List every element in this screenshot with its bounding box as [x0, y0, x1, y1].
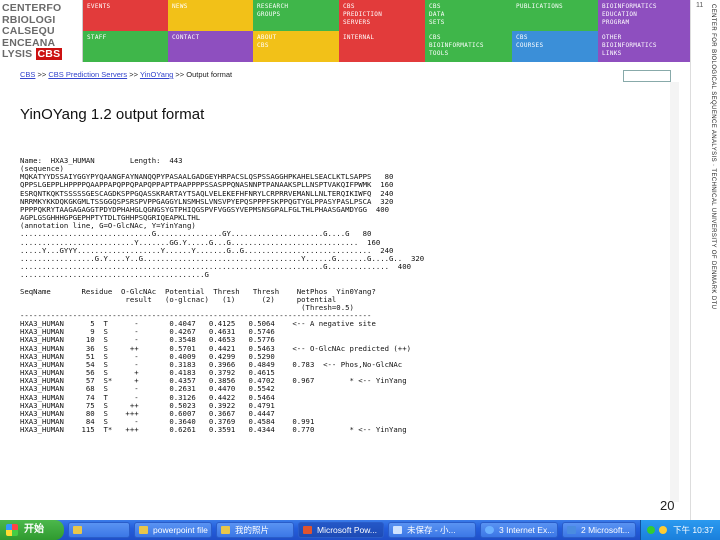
nav-internal[interactable]: INTERNAL — [339, 31, 425, 62]
taskbar-button-label: Microsoft Pow... — [317, 525, 377, 535]
breadcrumb-sep: >> — [173, 70, 187, 79]
output-example: Name: HXA3_HUMAN Length: 443 (sequence) … — [20, 156, 425, 435]
taskbar-button-label: 3 Internet Ex... — [499, 525, 555, 535]
powerpoint-icon — [303, 526, 312, 534]
clock[interactable]: 下午 10:37 — [673, 525, 714, 535]
taskbar-microsoft-group[interactable]: 2 Microsoft... — [562, 522, 636, 538]
breadcrumb-current: Output format — [186, 70, 233, 79]
nav-label: NEWS — [172, 3, 188, 10]
taskbar-internet-explorer[interactable]: 3 Internet Ex... — [480, 522, 558, 538]
folder-icon — [221, 526, 230, 534]
taskbar-button-label: 我的照片 — [235, 525, 270, 535]
taskbar-quicklaunch[interactable] — [68, 522, 130, 538]
logo-line: LYSIS CBS — [0, 48, 82, 61]
nav-label: ABOUT CBS — [257, 34, 277, 49]
nav-label: PUBLICATIONS — [516, 3, 563, 10]
nav-label: BIOINFORMATICS EDUCATION PROGRAM — [602, 3, 657, 26]
nav-label: RESEARCH GROUPS — [257, 3, 289, 18]
start-label: 开始 — [24, 524, 44, 535]
system-tray: 下午 10:37 — [640, 520, 720, 540]
nav-contact[interactable]: CONTACT — [168, 31, 253, 62]
breadcrumb-cbs[interactable]: CBS — [20, 70, 35, 79]
nav-courses[interactable]: CBS COURSES — [512, 31, 598, 62]
taskbar-button-label: powerpoint file — [153, 525, 208, 535]
nav-label: CBS COURSES — [516, 34, 544, 49]
network-icon[interactable] — [647, 526, 655, 534]
nav-events[interactable]: EVENTS — [83, 0, 168, 31]
breadcrumb-yinoyang[interactable]: YinOYang — [140, 70, 173, 79]
notepad-icon — [393, 526, 402, 534]
taskbar-button-label: 未保存 - 小... — [407, 525, 456, 535]
nav-label: CBS PREDICTION SERVERS — [343, 3, 383, 26]
start-button[interactable]: 开始 — [0, 520, 64, 540]
page-title: YinOYang 1.2 output format — [20, 106, 205, 123]
taskbar-my-pictures[interactable]: 我的照片 — [216, 522, 294, 538]
nav-label: STAFF — [87, 34, 107, 41]
nav-education-program[interactable]: BIOINFORMATICS EDUCATION PROGRAM — [598, 0, 690, 31]
nav-about-cbs[interactable]: ABOUT CBS — [253, 31, 339, 62]
nav-label: CBS DATA SETS — [429, 3, 445, 26]
breadcrumb: CBS >> CBS Prediction Servers >> YinOYan… — [20, 70, 232, 79]
nav-bioinformatics-tools[interactable]: CBS BIOINFORMATICS TOOLS — [425, 31, 512, 62]
volume-icon[interactable] — [659, 526, 667, 534]
cbs-logo[interactable]: CENTERFO RBIOLOGI CALSEQU ENCEANA LYSIS … — [0, 0, 83, 62]
quicklaunch-icon — [73, 526, 82, 534]
ie-icon — [485, 526, 494, 534]
logo-line: CALSEQU — [2, 25, 55, 37]
nav-label: CONTACT — [172, 34, 200, 41]
nav-other-links[interactable]: OTHER BIOINFORMATICS LINKS — [598, 31, 690, 62]
breadcrumb-sep: >> — [127, 70, 140, 79]
taskbar-notepad[interactable]: 未保存 - 小... — [388, 522, 476, 538]
word-icon — [567, 526, 576, 534]
nav-label: EVENTS — [87, 3, 111, 10]
nav-prediction-servers[interactable]: CBS PREDICTION SERVERS — [339, 0, 425, 31]
nav-label: CBS BIOINFORMATICS TOOLS — [429, 34, 484, 57]
nav-staff[interactable]: STAFF — [83, 31, 168, 62]
logo-cbs-badge: CBS — [35, 48, 63, 60]
taskbar-powerpoint-file[interactable]: powerpoint file — [134, 522, 212, 538]
breadcrumb-prediction-servers[interactable]: CBS Prediction Servers — [48, 70, 127, 79]
nav-data-sets[interactable]: CBS DATA SETS — [425, 0, 512, 31]
taskbar-powerpoint[interactable]: Microsoft Pow... — [298, 522, 384, 538]
nav-label: INTERNAL — [343, 34, 375, 41]
breadcrumb-sep: >> — [35, 70, 49, 79]
folder-icon — [139, 526, 148, 534]
nav-news[interactable]: NEWS — [168, 0, 253, 31]
side-top-mark: 11 — [696, 2, 704, 9]
taskbar-button-label: 2 Microsoft... — [581, 525, 630, 535]
search-input[interactable] — [623, 70, 671, 82]
nav-publications[interactable]: PUBLICATIONS — [512, 0, 598, 31]
scrollbar[interactable] — [670, 82, 679, 502]
nav-label: OTHER BIOINFORMATICS LINKS — [602, 34, 657, 57]
logo-last-line: LYSIS — [2, 48, 33, 60]
nav-research-groups[interactable]: RESEARCH GROUPS — [253, 0, 339, 31]
side-banner-text: CENTER FOR BIOLOGICAL SEQUENCE ANALYSIS … — [710, 4, 716, 310]
slide-page-number: 20 — [660, 498, 675, 513]
logo-line: CENTERFO — [2, 2, 62, 14]
windows-flag-icon — [6, 524, 18, 536]
